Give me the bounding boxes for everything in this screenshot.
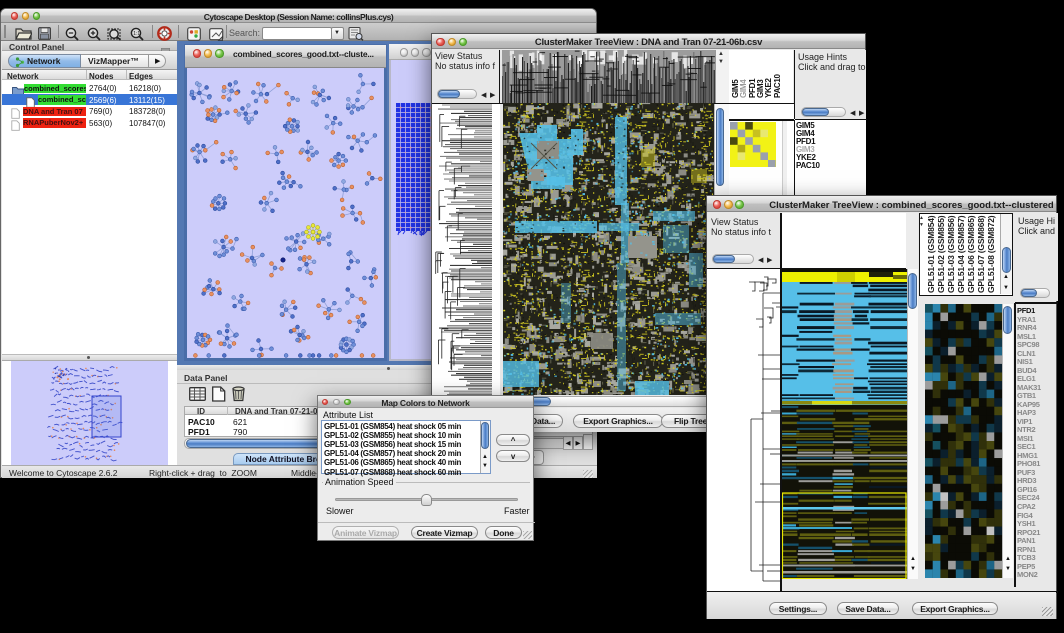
svg-text:1:1: 1:1 xyxy=(133,31,140,37)
